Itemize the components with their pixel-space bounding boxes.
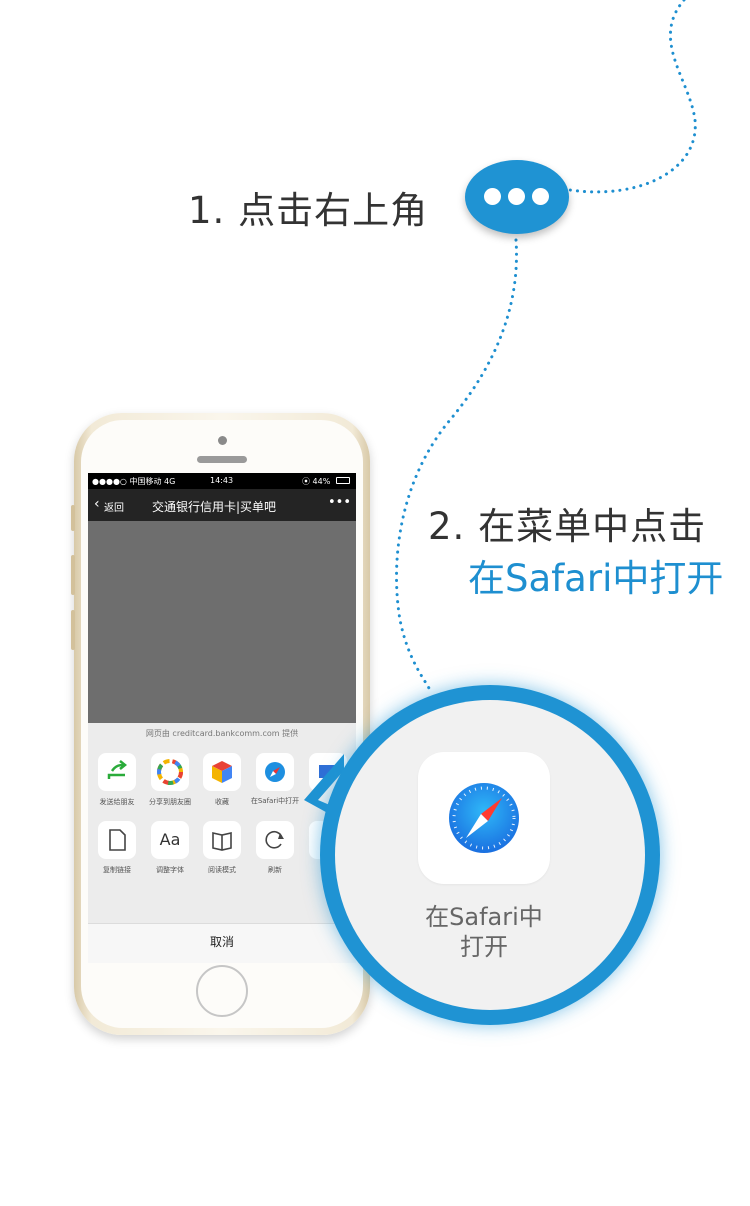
more-dot-icon xyxy=(508,188,525,205)
tile-label: 分享到朋友圈 xyxy=(149,798,191,806)
safari-callout-label: 在Safari中 打开 xyxy=(400,902,568,962)
refresh-button[interactable] xyxy=(256,821,294,859)
chevron-left-icon[interactable]: ‹ xyxy=(94,496,100,512)
earpiece-speaker xyxy=(197,456,247,463)
tile-label: 阅读模式 xyxy=(208,866,236,874)
step-1-instruction: 1. 点击右上角 xyxy=(188,189,429,232)
safari-label-line-2: 打开 xyxy=(460,933,508,961)
share-arrow-icon xyxy=(107,760,128,779)
favorite-cube-icon xyxy=(212,761,232,783)
battery-level: ⦿ 44% xyxy=(302,477,331,486)
safari-app-tile xyxy=(418,752,550,884)
nav-bar: ‹ 返回 交通银行信用卡|买单吧 ••• xyxy=(88,489,356,521)
more-menu-button[interactable]: ••• xyxy=(328,495,351,510)
tile-label: 调整字体 xyxy=(156,866,184,874)
step-2-instruction: 2. 在菜单中点击 xyxy=(428,505,707,548)
favorite-button[interactable] xyxy=(203,753,241,791)
phone-mute-switch xyxy=(71,505,75,531)
cancel-button[interactable]: 取消 xyxy=(88,923,356,963)
refresh-icon xyxy=(265,831,284,849)
provider-text: 网页由 creditcard.bankcomm.com 提供 xyxy=(145,729,299,738)
font-size-button[interactable]: Aa xyxy=(151,821,189,859)
back-button[interactable]: 返回 xyxy=(104,499,124,514)
moments-icon xyxy=(157,759,183,785)
share-moments-button[interactable] xyxy=(151,753,189,791)
safari-compass-icon xyxy=(449,783,519,853)
phone-volume-down xyxy=(71,610,75,650)
open-in-safari-button[interactable] xyxy=(256,753,294,791)
status-bar: ●●●●○ 中国移动 4G 14:43 ⦿ 44% xyxy=(88,473,356,489)
tile-label: 复制链接 xyxy=(103,866,131,874)
copy-link-icon xyxy=(109,829,126,851)
reader-icon xyxy=(212,832,232,851)
battery-icon xyxy=(336,477,350,484)
tile-label: 在Safari中打开 xyxy=(250,797,300,805)
phone-volume-up xyxy=(71,555,75,595)
carrier-signal: ●●●●○ 中国移动 4G xyxy=(92,477,176,486)
front-camera xyxy=(218,436,227,445)
home-button xyxy=(196,965,248,1017)
step-2-highlight: 在Safari中打开 xyxy=(468,557,724,600)
send-to-friend-button[interactable] xyxy=(98,753,136,791)
phone-screen: ●●●●○ 中国移动 4G 14:43 ⦿ 44% ‹ 返回 交通银行信用卡|买… xyxy=(88,473,356,963)
tile-label: 发送给朋友 xyxy=(99,798,135,806)
page-title: 交通银行信用卡|买单吧 xyxy=(152,500,277,514)
safari-label-line-1: 在Safari中 xyxy=(425,903,543,931)
font-size-icon: Aa xyxy=(159,830,181,849)
copy-link-button[interactable] xyxy=(98,821,136,859)
more-dot-icon xyxy=(532,188,549,205)
tile-label: 刷新 xyxy=(268,866,282,874)
tile-label: 收藏 xyxy=(215,798,229,806)
safari-compass-icon xyxy=(265,762,285,782)
status-time: 14:43 xyxy=(210,476,234,485)
reader-mode-button[interactable] xyxy=(203,821,241,859)
more-dot-icon xyxy=(484,188,501,205)
